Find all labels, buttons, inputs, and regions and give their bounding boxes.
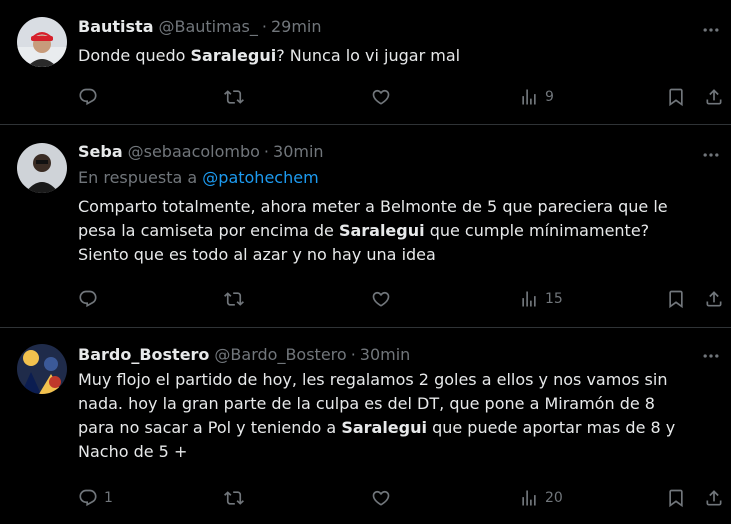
reply-button[interactable]: 1 [78, 486, 113, 510]
timestamp[interactable]: 29min [271, 16, 322, 38]
author-handle[interactable]: @sebaacolombo [128, 141, 260, 163]
highlighted-term: Saralegui [338, 221, 425, 240]
author-handle[interactable]: @Bautimas_ [158, 16, 257, 38]
tweet-text: Muy flojo el partido de hoy, les regalam… [78, 368, 691, 464]
reply-context: En respuesta a @patohechem [78, 167, 691, 189]
share-icon [706, 89, 722, 105]
like-icon [372, 291, 390, 307]
repost-icon [224, 90, 244, 104]
separator-dot: · [263, 142, 270, 161]
text-segment: ? Nunca lo vi jugar mal [276, 46, 461, 65]
views-icon [522, 291, 536, 307]
like-icon [372, 490, 390, 506]
bookmark-icon [669, 88, 683, 107]
repost-button[interactable] [224, 486, 244, 510]
highlighted-term: Saralegui [341, 418, 427, 437]
tweet-text: Donde quedo Saralegui? Nunca lo vi jugar… [78, 44, 691, 68]
bookmark-button[interactable] [666, 287, 686, 311]
more-icon[interactable] [701, 346, 721, 366]
views-icon [522, 490, 536, 506]
reply-button[interactable] [78, 85, 98, 109]
tweet[interactable]: Seba @sebaacolombo · 30min En respuesta … [0, 125, 731, 328]
views-button[interactable]: 15 [519, 287, 563, 311]
avatar[interactable] [17, 17, 67, 67]
bookmark-icon [669, 290, 683, 309]
text-segment: Donde quedo [78, 46, 191, 65]
share-icon [706, 490, 722, 506]
reply-icon [79, 88, 97, 106]
reply-count: 1 [104, 490, 113, 506]
share-button[interactable] [704, 486, 724, 510]
reply-icon [79, 489, 97, 507]
author-name[interactable]: Bardo_Bostero [78, 344, 209, 366]
bookmark-button[interactable] [666, 85, 686, 109]
avatar[interactable] [17, 344, 67, 394]
reply-button[interactable] [78, 287, 98, 311]
action-bar: 9 [78, 85, 731, 109]
views-count: 9 [545, 89, 554, 105]
more-icon[interactable] [701, 20, 721, 40]
views-icon [522, 89, 536, 105]
avatar[interactable] [17, 143, 67, 193]
reply-mention-link[interactable]: @patohechem [202, 168, 318, 187]
share-button[interactable] [704, 287, 724, 311]
repost-button[interactable] [224, 85, 244, 109]
views-count: 20 [545, 490, 563, 506]
repost-button[interactable] [224, 287, 244, 311]
reply-prefix: En respuesta a [78, 168, 203, 187]
like-button[interactable] [371, 287, 391, 311]
views-count: 15 [545, 291, 563, 307]
tweet-text: Comparto totalmente, ahora meter a Belmo… [78, 195, 691, 267]
bookmark-button[interactable] [666, 486, 686, 510]
action-bar: 1 20 [78, 486, 731, 510]
separator-dot: · [350, 345, 356, 364]
tweet[interactable]: Bautista @Bautimas_ · 29min Donde quedo … [0, 0, 731, 125]
share-button[interactable] [704, 85, 724, 109]
author-name[interactable]: Seba [78, 141, 123, 163]
reply-icon [79, 290, 97, 308]
separator-dot: · [261, 17, 267, 36]
share-icon [706, 291, 722, 307]
repost-icon [224, 292, 244, 306]
like-button[interactable] [371, 85, 391, 109]
author-handle[interactable]: @Bardo_Bostero [214, 344, 346, 366]
tweet[interactable]: Bardo_Bostero @Bardo_Bostero · 30min Muy… [0, 328, 731, 524]
action-bar: 15 [78, 287, 731, 311]
more-icon[interactable] [701, 145, 721, 165]
timestamp[interactable]: 30min [273, 141, 324, 163]
highlighted-term: Saralegui [190, 46, 277, 65]
views-button[interactable]: 9 [519, 85, 554, 109]
bookmark-icon [669, 489, 683, 508]
timestamp[interactable]: 30min [360, 344, 411, 366]
like-button[interactable] [371, 486, 391, 510]
repost-icon [224, 491, 244, 505]
author-name[interactable]: Bautista [78, 16, 153, 38]
like-icon [372, 89, 390, 105]
views-button[interactable]: 20 [519, 486, 563, 510]
